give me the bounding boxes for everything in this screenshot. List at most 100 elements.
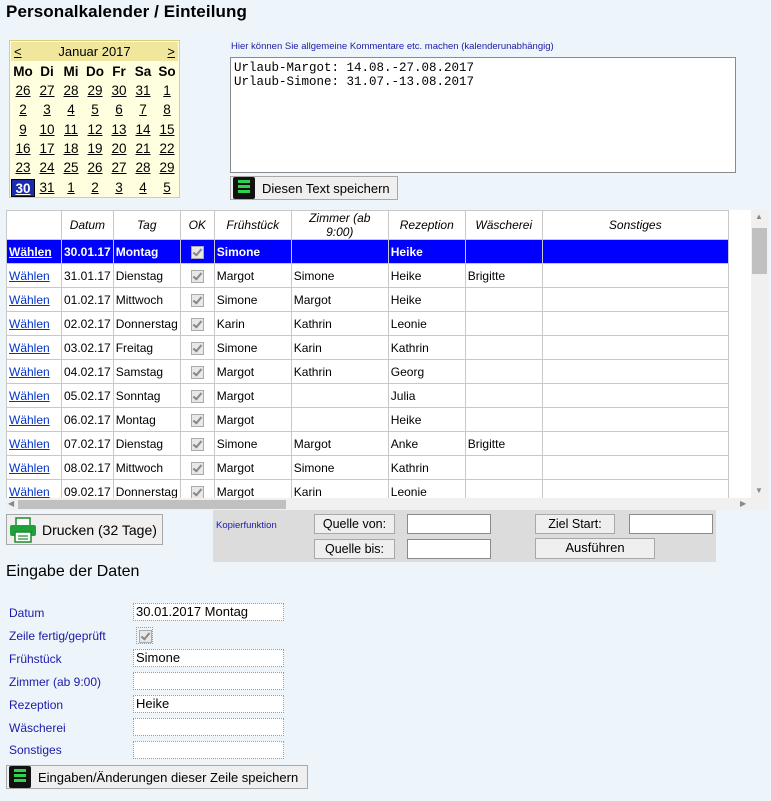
calendar-day[interactable]: 27 — [107, 159, 131, 177]
calendar-day[interactable]: 5 — [83, 101, 107, 119]
scroll-up-arrow-icon[interactable]: ▲ — [755, 212, 763, 221]
target-start-button[interactable]: Ziel Start: — [535, 514, 615, 534]
calendar-day[interactable]: 1 — [59, 179, 83, 197]
source-from-button[interactable]: Quelle von: — [314, 514, 395, 534]
select-row-link[interactable]: Wählen — [9, 341, 50, 355]
cell-tag: Dienstag — [112, 431, 181, 456]
cell-tag: Freitag — [112, 335, 181, 360]
table-header-cell — [6, 210, 62, 240]
cell-zimmer — [290, 239, 389, 264]
select-row-link[interactable]: Wählen — [9, 269, 50, 283]
select-row-link[interactable]: Wählen — [9, 413, 50, 427]
scroll-right-arrow-icon[interactable]: ▶ — [740, 499, 746, 508]
calendar-day[interactable]: 29 — [83, 82, 107, 100]
calendar-day[interactable]: 9 — [11, 121, 35, 139]
scroll-left-arrow-icon[interactable]: ◀ — [8, 499, 14, 508]
source-from-input[interactable] — [407, 514, 491, 534]
scroll-down-arrow-icon[interactable]: ▼ — [755, 486, 763, 495]
calendar-day[interactable]: 29 — [155, 159, 179, 177]
calendar-day[interactable]: 31 — [35, 179, 59, 197]
calendar-day[interactable]: 10 — [35, 121, 59, 139]
done-checkbox[interactable] — [139, 630, 152, 643]
calendar-day[interactable]: 2 — [11, 101, 35, 119]
form-title: Eingabe der Daten — [6, 563, 140, 580]
calendar-day[interactable]: 30 — [107, 82, 131, 100]
select-row-link[interactable]: Wählen — [9, 293, 50, 307]
table-row: Wählen 03.02.17 Freitag Simone Karin Kathrin — [6, 335, 729, 360]
cell-waescherei — [464, 311, 543, 336]
execute-button[interactable]: Ausführen — [535, 538, 655, 559]
calendar-day[interactable]: 26 — [83, 159, 107, 177]
table-vertical-scroll-thumb[interactable] — [752, 228, 767, 274]
print-button[interactable]: Drucken (32 Tage) — [6, 514, 163, 545]
calendar-day[interactable]: 28 — [59, 82, 83, 100]
select-cell: Wählen — [6, 407, 62, 432]
calendar-day[interactable]: 11 — [59, 121, 83, 139]
select-row-link[interactable]: Wählen — [9, 245, 52, 259]
calendar-day[interactable]: 4 — [59, 101, 83, 119]
calendar-day[interactable]: 6 — [107, 101, 131, 119]
label-fruehstueck: Frühstück — [9, 652, 62, 666]
cell-fruehstueck: Margot — [213, 455, 292, 480]
target-start-input[interactable] — [629, 514, 713, 534]
calendar-day[interactable]: 31 — [131, 82, 155, 100]
calendar-day[interactable]: 7 — [131, 101, 155, 119]
calendar-day[interactable]: 20 — [107, 140, 131, 158]
cell-tag: Donnerstag — [112, 311, 181, 336]
cell-tag: Dienstag — [112, 263, 181, 288]
calendar-day[interactable]: 30 — [11, 178, 35, 197]
calendar-day[interactable]: 22 — [155, 140, 179, 158]
calendar-day[interactable]: 16 — [11, 140, 35, 158]
calendar-day[interactable]: 27 — [35, 82, 59, 100]
sonstiges-field[interactable] — [133, 741, 284, 759]
calendar-day[interactable]: 2 — [83, 179, 107, 197]
save-row-button[interactable]: Eingaben/Änderungen dieser Zeile speiche… — [6, 765, 308, 789]
rezeption-field[interactable]: Heike — [133, 695, 284, 713]
select-cell: Wählen — [6, 383, 62, 408]
calendar-day[interactable]: 23 — [11, 159, 35, 177]
select-row-link[interactable]: Wählen — [9, 365, 50, 379]
calendar-day[interactable]: 14 — [131, 121, 155, 139]
calendar-day[interactable]: 3 — [35, 101, 59, 119]
table-row: Wählen 04.02.17 Samstag Margot Kathrin Georg — [6, 359, 729, 384]
calendar-day[interactable]: 5 — [155, 179, 179, 197]
calendar-day[interactable]: 25 — [59, 159, 83, 177]
table-row: Wählen 01.02.17 Mittwoch Simone Margot Heike — [6, 287, 729, 312]
calendar-day[interactable]: 21 — [131, 140, 155, 158]
cell-sonstiges — [541, 239, 729, 264]
calendar-day[interactable]: 4 — [131, 179, 155, 197]
select-row-link[interactable]: Wählen — [9, 461, 50, 475]
calendar-day[interactable]: 18 — [59, 140, 83, 158]
ok-cell — [179, 431, 215, 456]
source-to-input[interactable] — [407, 539, 491, 559]
calendar-day[interactable]: 8 — [155, 101, 179, 119]
calendar-next-month-link[interactable]: > — [167, 44, 175, 59]
datum-field[interactable]: 30.01.2017 Montag — [133, 603, 284, 621]
save-text-label: Diesen Text speichern — [262, 181, 390, 196]
calendar-day[interactable]: 3 — [107, 179, 131, 197]
fruehstueck-field[interactable]: Simone — [133, 649, 284, 667]
calendar-day[interactable]: 28 — [131, 159, 155, 177]
comment-textarea[interactable]: Urlaub-Margot: 14.08.-27.08.2017 Urlaub-… — [230, 57, 736, 173]
select-row-link[interactable]: Wählen — [9, 317, 50, 331]
calendar-day[interactable]: 24 — [35, 159, 59, 177]
calendar-day[interactable]: 26 — [11, 82, 35, 100]
calendar-day[interactable]: 12 — [83, 121, 107, 139]
calendar-day[interactable]: 19 — [83, 140, 107, 158]
table-horizontal-scroll-thumb[interactable] — [18, 500, 286, 509]
select-row-link[interactable]: Wählen — [9, 485, 50, 499]
calendar-day[interactable]: 13 — [107, 121, 131, 139]
calendar-day[interactable]: 17 — [35, 140, 59, 158]
zimmer-field[interactable] — [133, 672, 284, 690]
calendar-day[interactable]: 15 — [155, 121, 179, 139]
select-cell: Wählen — [6, 359, 62, 384]
calendar-day[interactable]: 1 — [155, 82, 179, 100]
select-cell: Wählen — [6, 431, 62, 456]
save-text-button[interactable]: Diesen Text speichern — [230, 176, 398, 200]
source-to-button[interactable]: Quelle bis: — [314, 539, 395, 559]
select-cell: Wählen — [6, 335, 62, 360]
select-row-link[interactable]: Wählen — [9, 389, 50, 403]
select-row-link[interactable]: Wählen — [9, 437, 50, 451]
done-checkbox-wrapper[interactable] — [136, 627, 153, 644]
waescherei-field[interactable] — [133, 718, 284, 736]
